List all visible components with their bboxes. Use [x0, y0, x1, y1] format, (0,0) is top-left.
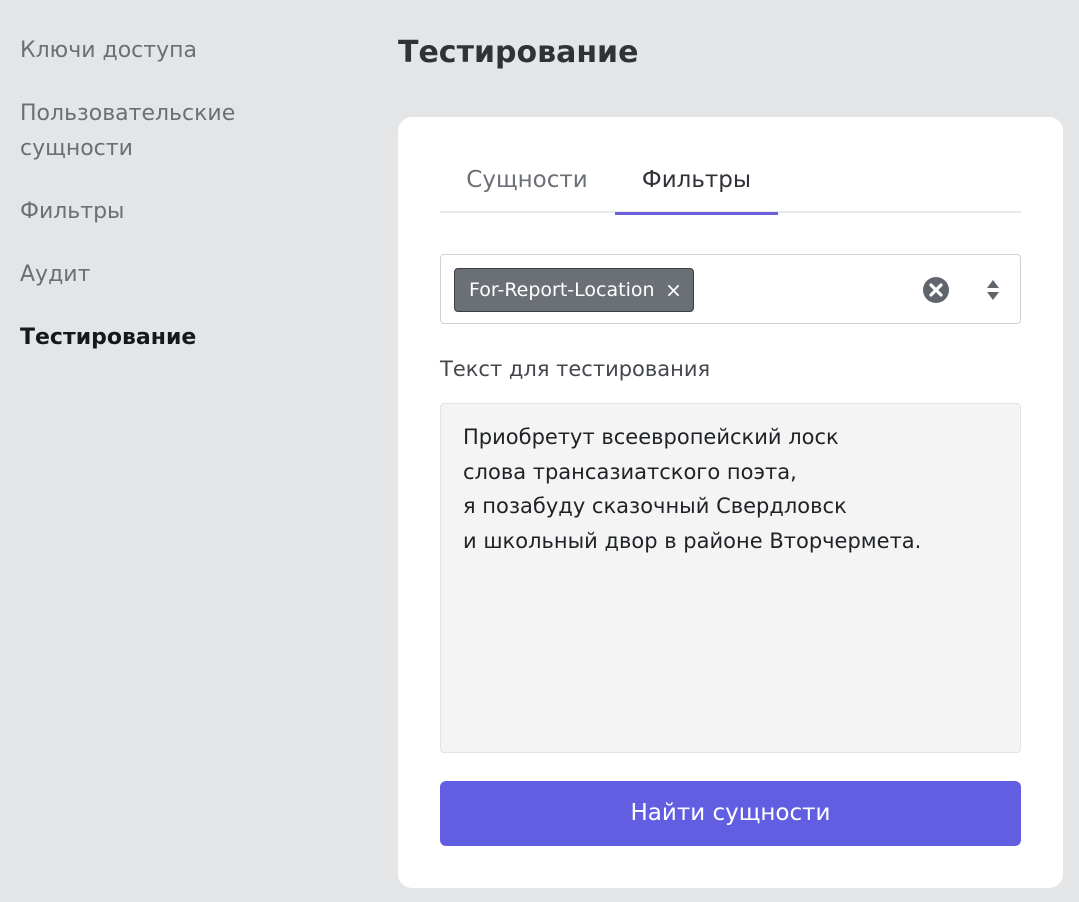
- chip-remove-icon[interactable]: ×: [661, 269, 687, 311]
- find-entities-button[interactable]: Найти сущности: [440, 781, 1021, 846]
- test-text-label: Текст для тестирования: [440, 357, 711, 381]
- filter-select[interactable]: For-Report-Location ×: [440, 254, 1021, 324]
- testing-card: Сущности Фильтры For-Report-Location × Т…: [398, 117, 1063, 888]
- sidebar-item-access-keys[interactable]: Ключи доступа: [20, 33, 320, 68]
- sort-updown-icon[interactable]: [985, 279, 1001, 301]
- sidebar-item-custom-entities[interactable]: Пользовательские сущности: [20, 96, 320, 166]
- chip-label: For-Report-Location: [469, 279, 655, 301]
- page-title: Тестирование: [398, 35, 639, 70]
- tab-filters[interactable]: Фильтры: [615, 155, 778, 215]
- sidebar-item-filters[interactable]: Фильтры: [20, 194, 320, 229]
- clear-circle-icon[interactable]: [922, 276, 950, 304]
- selected-filter-chip: For-Report-Location ×: [454, 268, 694, 312]
- sidebar-nav: Ключи доступа Пользовательские сущности …: [0, 0, 340, 902]
- tab-entities[interactable]: Сущности: [440, 155, 614, 213]
- sidebar-item-testing[interactable]: Тестирование: [20, 320, 320, 355]
- test-text-input[interactable]: Приобретут всеевропейский лоск слова тра…: [440, 403, 1021, 753]
- sidebar-item-audit[interactable]: Аудит: [20, 257, 320, 292]
- tab-bar: Сущности Фильтры: [440, 155, 1021, 215]
